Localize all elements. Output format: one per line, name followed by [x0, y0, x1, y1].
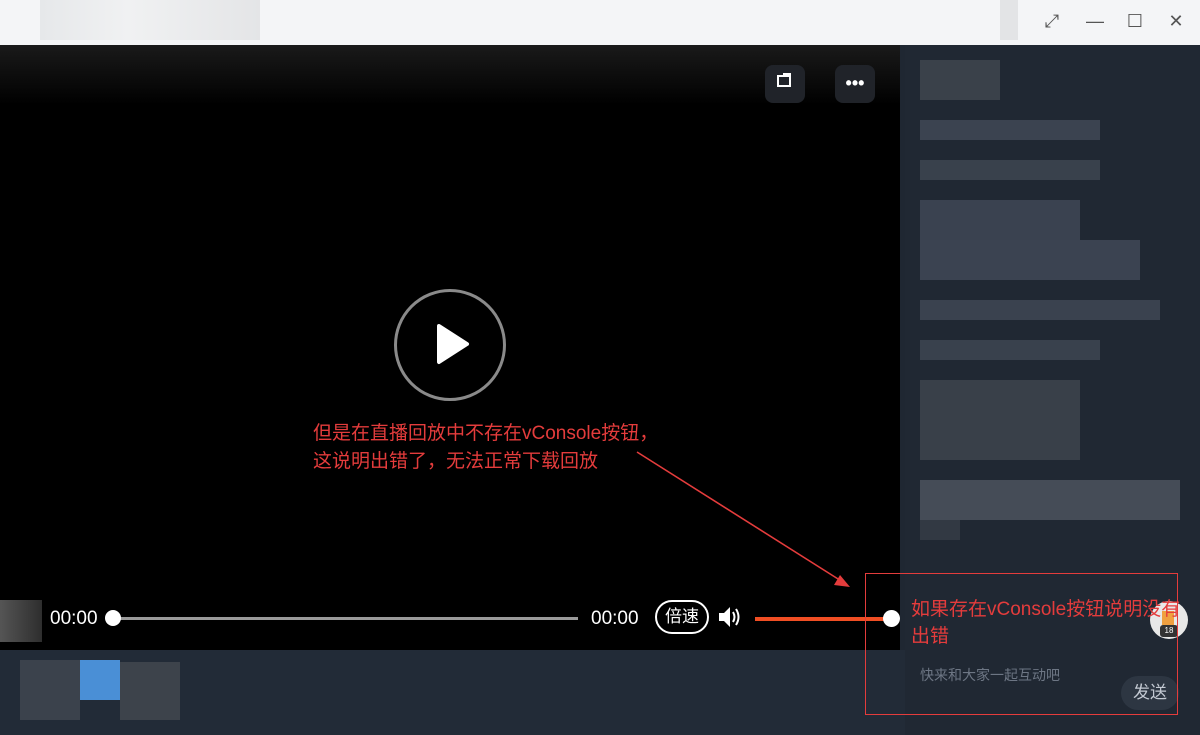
duration-time: 00:00 — [591, 608, 639, 629]
play-icon — [437, 324, 469, 364]
close-icon[interactable]: ✕ — [1162, 7, 1190, 35]
expand-icon[interactable]: ⤢ — [1038, 7, 1066, 35]
blurred-sidebar-content — [920, 60, 1000, 100]
blurred-bottom-blue — [80, 660, 120, 700]
volume-icon[interactable] — [716, 603, 744, 636]
blurred-avatar-left — [0, 600, 42, 642]
title-bar: ⤢ — ☐ ✕ — [0, 0, 1200, 45]
annotation-right: 如果存在vConsole按钮说明没有出错 — [911, 599, 1181, 647]
blurred-title-tab — [1000, 0, 1018, 40]
progress-track[interactable] — [112, 617, 578, 620]
speed-button[interactable]: 倍速 — [655, 600, 709, 634]
blurred-title — [40, 0, 260, 40]
current-time: 00:00 — [50, 608, 98, 629]
blurred-sidebar-content — [920, 340, 1100, 360]
blurred-sidebar-content — [920, 480, 1180, 520]
maximize-icon[interactable]: ☐ — [1121, 7, 1149, 35]
rotate-icon[interactable] — [765, 65, 805, 103]
blurred-sidebar-content — [920, 200, 1080, 240]
play-button[interactable] — [394, 289, 506, 401]
blurred-sidebar-content — [920, 240, 1140, 280]
blurred-sidebar-content — [920, 160, 1100, 180]
annotation-center-line2: 这说明出错了，无法正常下载回放 — [313, 451, 599, 472]
blurred-bottom-block2 — [120, 662, 180, 720]
blurred-sidebar-content — [920, 120, 1100, 140]
progress-knob[interactable] — [105, 610, 121, 626]
annotation-center-line1: 但是在直播回放中不存在vConsole按钮， — [313, 423, 659, 444]
blurred-sidebar-content — [920, 380, 1080, 460]
blurred-sidebar-content — [920, 520, 960, 540]
blurred-sidebar-content — [920, 300, 1160, 320]
blurred-bottom-block — [20, 660, 80, 720]
minimize-icon[interactable]: — — [1081, 7, 1109, 35]
more-icon[interactable]: ••• — [835, 65, 875, 103]
bottom-bar — [0, 650, 905, 735]
video-player[interactable]: ••• 但是在直播回放中不存在vConsole按钮， 这说明出错了，无法正常下载… — [0, 45, 900, 650]
